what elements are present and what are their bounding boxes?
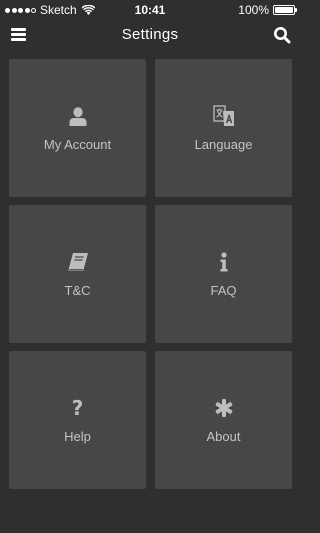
tile-label: Language	[194, 137, 253, 152]
tile-about[interactable]: About	[155, 351, 292, 489]
page-title: Settings	[121, 26, 179, 43]
tile-label: FAQ	[210, 283, 237, 298]
settings-grid: My Account Language T&C FAQ ? Help About	[9, 59, 292, 489]
user-icon	[67, 105, 89, 127]
tile-my-account[interactable]: My Account	[9, 59, 146, 197]
battery-icon	[273, 5, 297, 15]
tile-terms-and-conditions[interactable]: T&C	[9, 205, 146, 343]
tile-language[interactable]: Language	[155, 59, 292, 197]
status-right: 100%	[238, 3, 297, 17]
battery-tip	[295, 8, 297, 12]
status-bar: Sketch 10:41 100%	[0, 0, 300, 20]
tile-faq[interactable]: FAQ	[155, 205, 292, 343]
tile-label: My Account	[43, 137, 112, 152]
question-mark-icon: ?	[71, 396, 84, 420]
nav-bar: Settings	[0, 20, 300, 50]
tile-label: About	[206, 429, 241, 444]
tile-help[interactable]: ? Help	[9, 351, 146, 489]
tile-label: T&C	[64, 283, 91, 298]
tile-label: Help	[64, 429, 91, 444]
battery-percentage: 100%	[238, 3, 269, 17]
asterisk-icon	[213, 397, 235, 419]
translate-icon	[212, 105, 235, 127]
info-icon	[213, 251, 235, 273]
search-icon[interactable]	[273, 26, 291, 44]
battery-fill	[275, 7, 293, 13]
book-icon	[67, 251, 89, 273]
